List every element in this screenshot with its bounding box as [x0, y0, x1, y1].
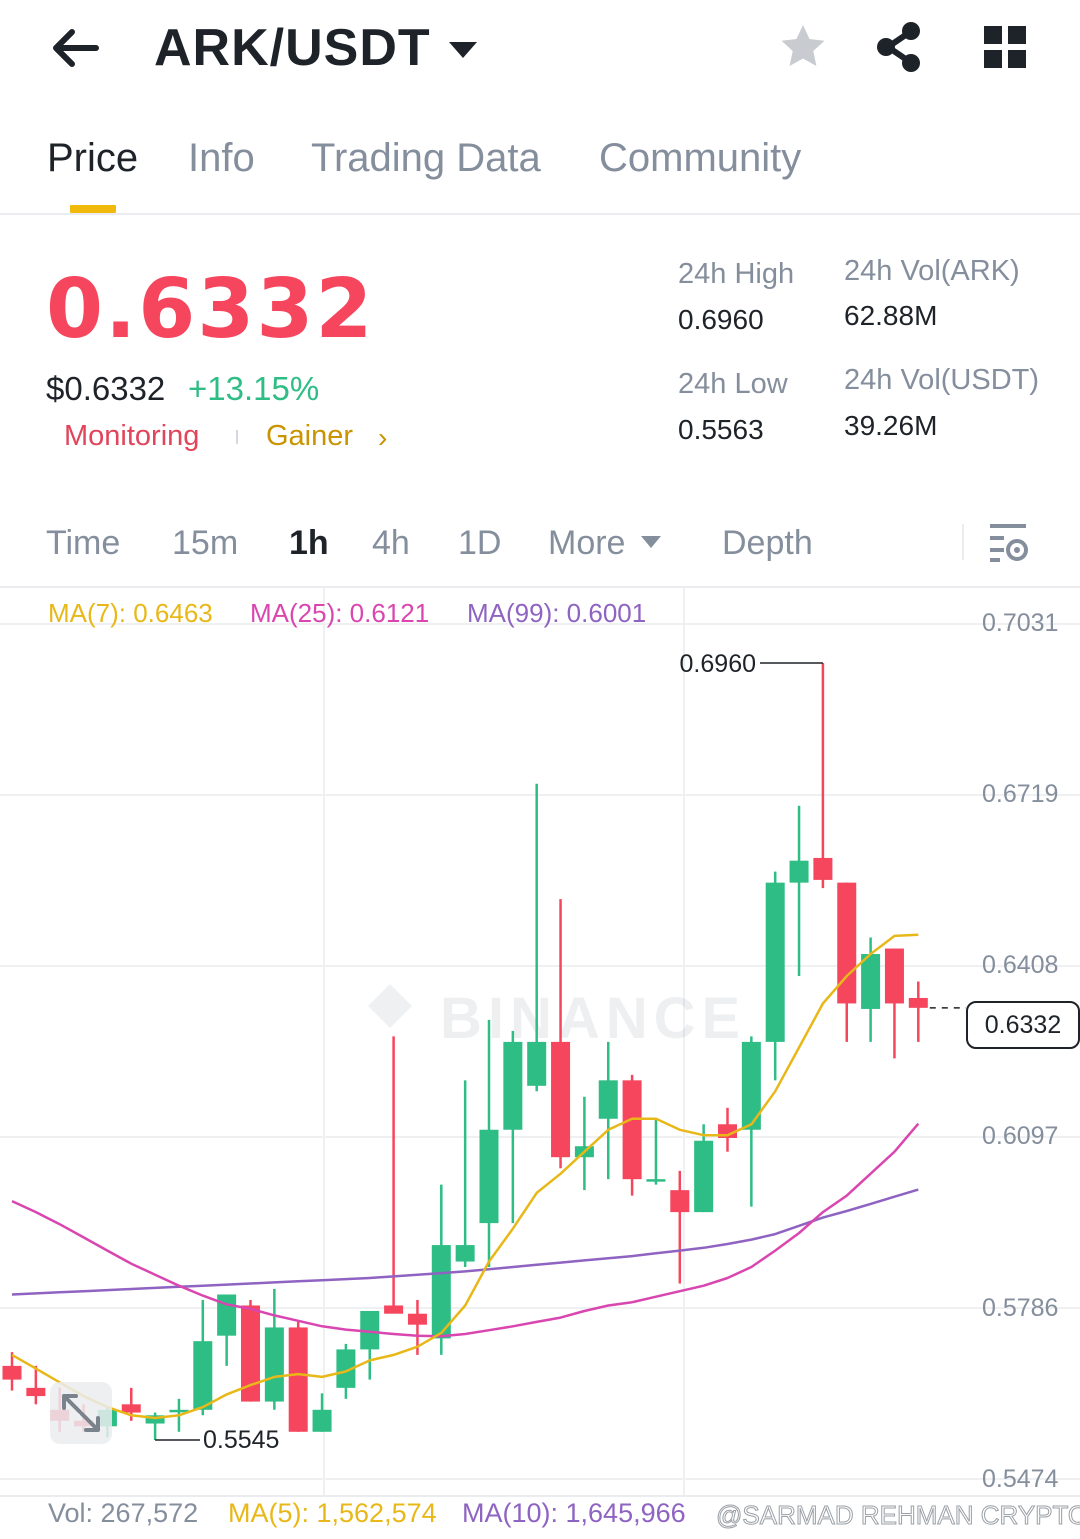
- tabs-divider: [0, 213, 1080, 215]
- ma99-legend: MA(99): 0.6001: [467, 598, 647, 628]
- chart-settings-button[interactable]: [986, 520, 1030, 564]
- high-label: 24h High: [678, 258, 795, 290]
- candle-up: [861, 954, 881, 1009]
- back-button[interactable]: [48, 20, 104, 76]
- candle-up: [598, 1080, 618, 1119]
- expand-icon: [62, 1394, 100, 1432]
- interval-1d[interactable]: 1D: [458, 524, 501, 563]
- candle-up: [312, 1409, 332, 1432]
- tab-info[interactable]: Info: [188, 136, 255, 181]
- candle-down: [2, 1365, 22, 1380]
- high-marker-label: 0.6960: [680, 650, 756, 678]
- volume-legend: Vol: 267,572: [48, 1498, 199, 1528]
- candle-up: [527, 1041, 547, 1086]
- interval-15m[interactable]: 15m: [172, 524, 238, 563]
- y-tick-label: 0.5786: [982, 1294, 1059, 1322]
- usd-price: $0.6332: [46, 370, 166, 407]
- candle-down: [908, 997, 928, 1008]
- pair-title: ARK/USDT: [154, 19, 431, 77]
- low-marker-label: 0.5545: [203, 1426, 279, 1454]
- candle-down: [551, 1041, 571, 1158]
- dropdown-caret-icon: [448, 42, 477, 58]
- tag-gainer[interactable]: Gainer: [266, 420, 353, 453]
- candle-up: [264, 1327, 284, 1402]
- last-price: 0.6332: [46, 262, 375, 357]
- tag-divider: [236, 430, 238, 444]
- y-tick-label: 0.6408: [982, 951, 1059, 979]
- interval-time[interactable]: Time: [46, 524, 120, 563]
- candle-down: [622, 1080, 642, 1180]
- candlestick-chart[interactable]: BINANCE 0.6960 0.5545: [0, 588, 1080, 1498]
- candle-up: [455, 1245, 475, 1262]
- volume-ma10-legend: MA(10): 1,645,966: [462, 1498, 686, 1528]
- candle-down: [121, 1404, 141, 1413]
- tag-monitoring[interactable]: Monitoring: [64, 420, 199, 453]
- price-change-percent: +13.15%: [188, 370, 320, 407]
- share-icon: [877, 22, 920, 72]
- candle-up: [503, 1041, 523, 1130]
- current-price-tag: 0.6332: [966, 1001, 1080, 1049]
- chevron-right-icon[interactable]: ›: [378, 422, 387, 454]
- y-tick-label: 0.7031: [982, 609, 1059, 637]
- interval-depth[interactable]: Depth: [722, 524, 813, 563]
- star-icon: [781, 25, 825, 66]
- tab-community[interactable]: Community: [599, 136, 801, 181]
- vol-quote-label: 24h Vol(USDT): [844, 364, 1040, 396]
- candle-up: [789, 860, 809, 883]
- candle-down: [384, 1305, 404, 1314]
- more-caret-icon[interactable]: [641, 536, 661, 548]
- share-button[interactable]: [874, 20, 926, 74]
- chart-settings-icon: [990, 524, 1028, 562]
- y-tick-label: 0.6719: [982, 780, 1059, 808]
- tab-price[interactable]: Price: [47, 136, 138, 181]
- low-value: 0.5563: [678, 414, 764, 445]
- interval-divider: [962, 524, 964, 560]
- volume-divider: [0, 1495, 1080, 1497]
- candle-up: [479, 1129, 499, 1224]
- y-tick-label: 0.5474: [982, 1465, 1059, 1493]
- candle-up: [765, 882, 785, 1042]
- binance-watermark-icon: [368, 984, 412, 1028]
- high-value: 0.6960: [678, 304, 764, 335]
- interval-4h[interactable]: 4h: [372, 524, 410, 563]
- current-price-label: 0.6332: [984, 1010, 1062, 1039]
- candle-up: [694, 1140, 714, 1213]
- ma7-legend: MA(7): 0.6463: [48, 598, 213, 628]
- candle-down: [813, 857, 833, 880]
- vol-base-value: 62.88M: [844, 300, 938, 331]
- candle-up: [646, 1179, 666, 1182]
- pair-selector[interactable]: ARK/USDT: [154, 18, 477, 78]
- fullscreen-button[interactable]: [50, 1382, 112, 1444]
- tab-trading-data[interactable]: Trading Data: [311, 136, 541, 181]
- credit-watermark: @SARMAD REHMAN CRYPTO: [715, 1500, 1080, 1531]
- back-arrow-icon: [53, 29, 99, 67]
- candle-down: [884, 948, 904, 1004]
- volume-ma5-legend: MA(5): 1,562,574: [228, 1498, 437, 1528]
- candle-down: [288, 1327, 308, 1432]
- interval-1h[interactable]: 1h: [289, 524, 329, 563]
- grid-menu-button[interactable]: [982, 24, 1028, 70]
- candle-down: [26, 1387, 46, 1397]
- favorite-button[interactable]: [778, 22, 828, 72]
- y-tick-label: 0.6097: [982, 1122, 1059, 1150]
- candle-up: [193, 1341, 213, 1410]
- candle-down: [407, 1313, 427, 1325]
- active-tab-indicator: [70, 205, 116, 213]
- low-label: 24h Low: [678, 368, 788, 400]
- candle-down: [670, 1190, 690, 1213]
- binance-watermark-text: BINANCE: [440, 986, 746, 1051]
- grid-menu-icon: [984, 26, 1026, 68]
- interval-more[interactable]: More: [548, 524, 625, 563]
- vol-quote-value: 39.26M: [844, 410, 938, 441]
- binance-watermark-shape: [368, 984, 412, 1028]
- vol-base-label: 24h Vol(ARK): [844, 255, 1020, 287]
- ma25-legend: MA(25): 0.6121: [250, 598, 430, 628]
